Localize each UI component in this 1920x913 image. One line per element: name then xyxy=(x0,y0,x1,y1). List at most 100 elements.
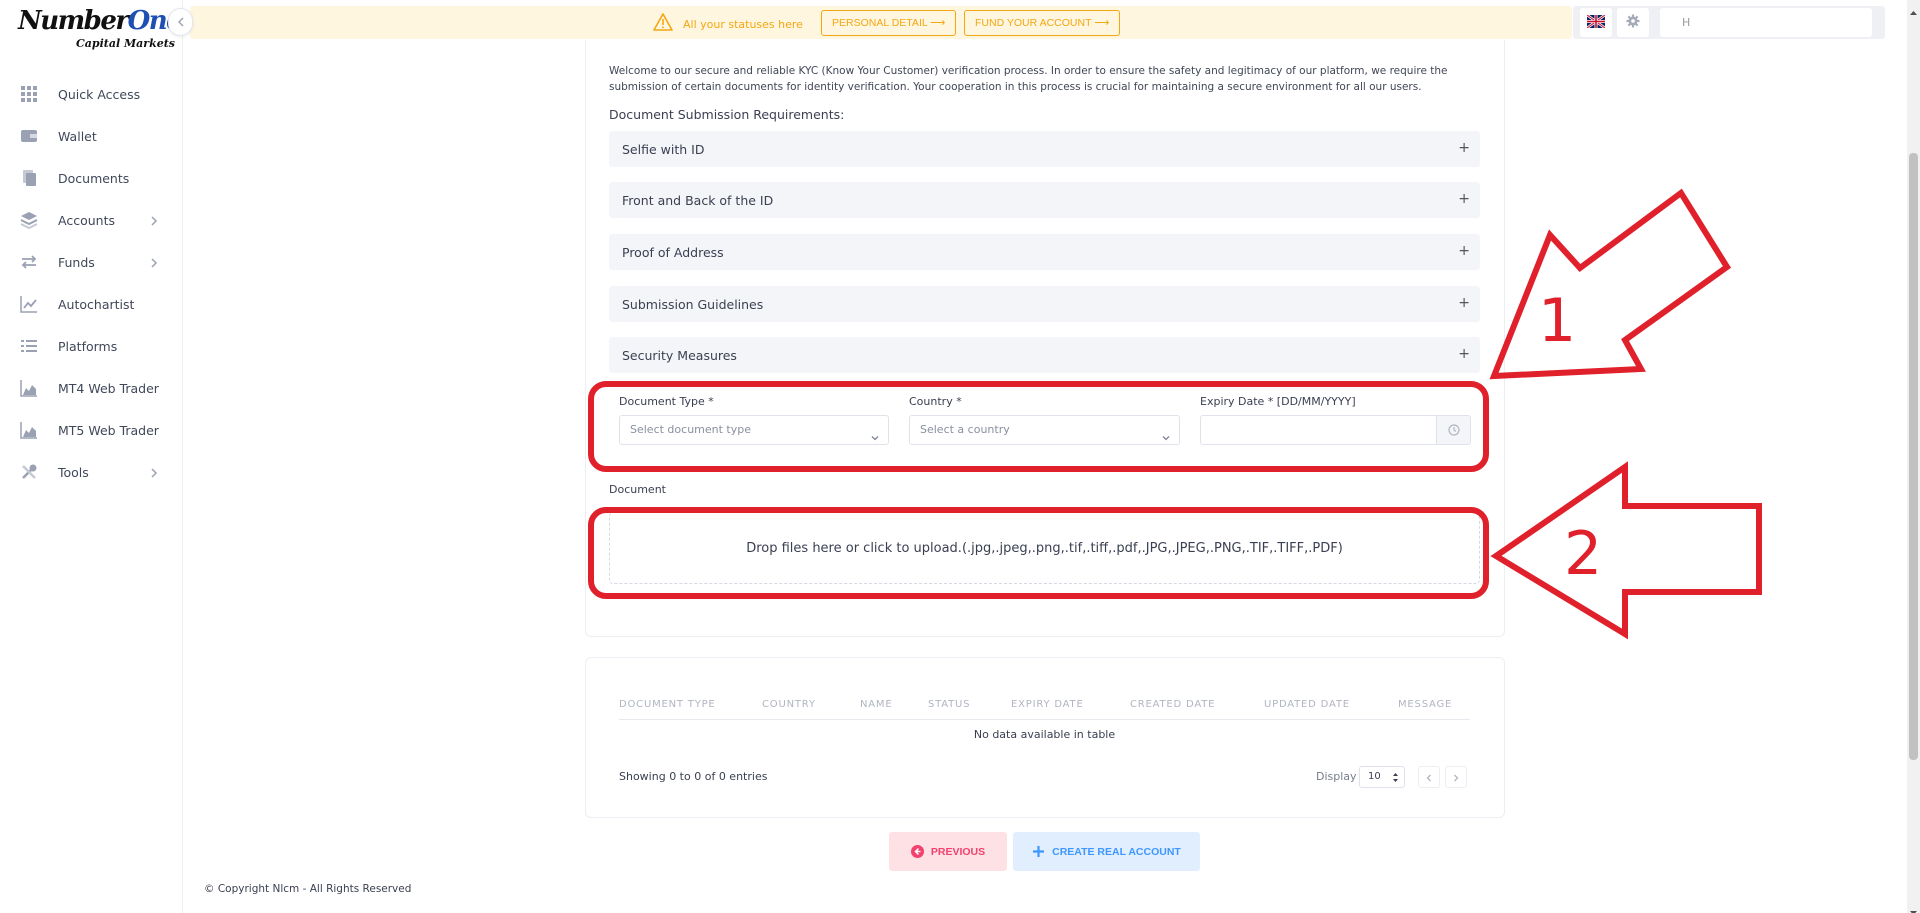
scroll-up-arrow-icon[interactable] xyxy=(1909,2,1918,15)
documents-icon xyxy=(20,169,38,187)
sidebar-collapse-button[interactable] xyxy=(168,8,193,36)
sidebar-item-label: Documents xyxy=(58,170,130,186)
sidebar-item-label: Wallet xyxy=(58,128,97,144)
country-placeholder: Select a country xyxy=(920,423,1010,436)
sidebar-item-label: Platforms xyxy=(58,338,118,354)
accordion-submission-guidelines[interactable]: Submission Guidelines + xyxy=(609,286,1480,322)
accordion-title: Front and Back of the ID xyxy=(622,192,774,208)
annotation-number-1: 1 xyxy=(1538,286,1577,356)
pagination-previous-button[interactable] xyxy=(1418,766,1440,788)
sidebar-item-mt5-web-trader[interactable]: MT5 Web Trader xyxy=(0,409,183,451)
expiry-date-label: Expiry Date * [DD/MM/YYYY] xyxy=(1200,395,1356,408)
sidebar-item-wallet[interactable]: Wallet xyxy=(0,115,183,157)
chevron-left-icon xyxy=(175,13,187,32)
document-type-select[interactable]: Select document type xyxy=(619,415,889,445)
language-selector[interactable] xyxy=(1580,8,1612,37)
sidebar-nav: Quick Access Wallet Documents Accounts F… xyxy=(0,73,183,493)
document-type-placeholder: Select document type xyxy=(630,423,751,436)
sidebar-item-label: MT5 Web Trader xyxy=(58,422,159,438)
plus-icon: + xyxy=(1458,191,1470,207)
chevron-right-icon xyxy=(147,213,161,227)
accordion-selfie-with-id[interactable]: Selfie with ID + xyxy=(609,131,1480,167)
display-label: Display xyxy=(1316,770,1357,783)
create-real-account-button[interactable]: CREATE REAL ACCOUNT xyxy=(1013,832,1200,871)
scrollbar-thumb[interactable] xyxy=(1909,153,1918,760)
column-header-updated-date[interactable]: UPDATED DATE xyxy=(1264,699,1350,710)
column-header-name[interactable]: NAME xyxy=(860,699,892,710)
layers-icon xyxy=(20,211,38,229)
plus-icon: + xyxy=(1458,346,1470,362)
sidebar-item-accounts[interactable]: Accounts xyxy=(0,199,183,241)
sidebar-item-quick-access[interactable]: Quick Access xyxy=(0,73,183,115)
sidebar-item-label: Accounts xyxy=(58,212,115,228)
chevron-down-icon xyxy=(1161,426,1171,454)
arrow-circle-left-icon xyxy=(910,845,924,858)
annotation-arrow-1 xyxy=(1489,188,1732,380)
tools-icon xyxy=(20,463,38,481)
accordion-title: Proof of Address xyxy=(622,244,724,260)
chevron-right-icon xyxy=(147,255,161,269)
annotation-number-2: 2 xyxy=(1564,519,1603,589)
sidebar-item-documents[interactable]: Documents xyxy=(0,157,183,199)
table-entries-info: Showing 0 to 0 of 0 entries xyxy=(619,770,768,783)
accordion-title: Selfie with ID xyxy=(622,141,705,157)
column-header-expiry-date[interactable]: EXPIRY DATE xyxy=(1011,699,1084,710)
previous-button[interactable]: PREVIOUS xyxy=(889,832,1007,871)
expiry-date-picker-button[interactable] xyxy=(1436,415,1471,445)
dropzone-text: Drop files here or click to upload.(.jpg… xyxy=(746,540,1343,556)
settings-button[interactable] xyxy=(1617,8,1649,37)
status-bar: All your statuses here PERSONAL DETAIL ⟶… xyxy=(190,6,1572,39)
status-text: All your statuses here xyxy=(683,17,803,31)
document-label: Document xyxy=(609,483,666,496)
sort-arrows-icon xyxy=(1392,771,1399,791)
requirements-title: Document Submission Requirements: xyxy=(609,107,845,122)
sidebar-item-label: MT4 Web Trader xyxy=(58,380,159,396)
accordion-front-back-id[interactable]: Front and Back of the ID + xyxy=(609,182,1480,218)
column-header-status[interactable]: STATUS xyxy=(928,699,970,710)
grid-icon xyxy=(20,85,38,103)
status-note: All your statuses here xyxy=(653,13,803,35)
personal-detail-button[interactable]: PERSONAL DETAIL ⟶ xyxy=(821,10,957,36)
country-select[interactable]: Select a country xyxy=(909,415,1180,445)
document-type-label: Document Type * xyxy=(619,395,714,408)
fund-account-button[interactable]: FUND YOUR ACCOUNT ⟶ xyxy=(964,10,1121,36)
sidebar-item-platforms[interactable]: Platforms xyxy=(0,325,183,367)
chevron-right-icon xyxy=(1451,768,1461,787)
plus-icon: + xyxy=(1458,140,1470,156)
chevron-right-icon xyxy=(147,465,161,479)
sidebar-item-autochartist[interactable]: Autochartist xyxy=(0,283,183,325)
list-icon xyxy=(20,337,38,355)
accordion-proof-of-address[interactable]: Proof of Address + xyxy=(609,234,1480,270)
column-header-message[interactable]: MESSAGE xyxy=(1398,699,1452,710)
wallet-icon xyxy=(20,127,38,145)
user-menu-text: H xyxy=(1682,16,1691,29)
column-header-country[interactable]: COUNTRY xyxy=(762,699,816,710)
area-chart-icon xyxy=(20,421,38,439)
document-dropzone[interactable]: Drop files here or click to upload.(.jpg… xyxy=(609,512,1480,584)
accordion-security-measures[interactable]: Security Measures + xyxy=(609,337,1480,373)
accordion-title: Security Measures xyxy=(622,347,737,363)
plus-icon: + xyxy=(1458,243,1470,259)
brand-logo[interactable]: NumberOne Capital Markets xyxy=(18,4,183,54)
column-header-document-type[interactable]: DOCUMENT TYPE xyxy=(619,699,716,710)
copyright-text: © Copyright Nlcm - All Rights Reserved xyxy=(204,883,412,895)
gear-icon xyxy=(1626,13,1640,32)
area-chart-icon xyxy=(20,379,38,397)
column-header-created-date[interactable]: CREATED DATE xyxy=(1130,699,1215,710)
brand-name-part1: Number xyxy=(18,6,129,36)
sidebar-item-funds[interactable]: Funds xyxy=(0,241,183,283)
sidebar-item-tools[interactable]: Tools xyxy=(0,451,183,493)
kyc-intro-text: Welcome to our secure and reliable KYC (… xyxy=(609,65,1448,93)
sidebar-item-mt4-web-trader[interactable]: MT4 Web Trader xyxy=(0,367,183,409)
uk-flag-icon xyxy=(1586,13,1606,32)
sidebar-item-label: Quick Access xyxy=(58,86,141,102)
page-size-select[interactable]: 10 xyxy=(1359,766,1405,788)
expiry-date-input[interactable] xyxy=(1200,415,1438,445)
pagination-next-button[interactable] xyxy=(1445,766,1467,788)
user-menu[interactable]: H xyxy=(1660,8,1872,37)
sidebar-item-label: Autochartist xyxy=(58,296,135,312)
brand-subtitle: Capital Markets xyxy=(76,37,175,50)
create-account-label: CREATE REAL ACCOUNT xyxy=(1052,845,1181,858)
scroll-down-arrow-icon[interactable] xyxy=(1909,902,1918,913)
table-header-divider xyxy=(619,719,1470,720)
